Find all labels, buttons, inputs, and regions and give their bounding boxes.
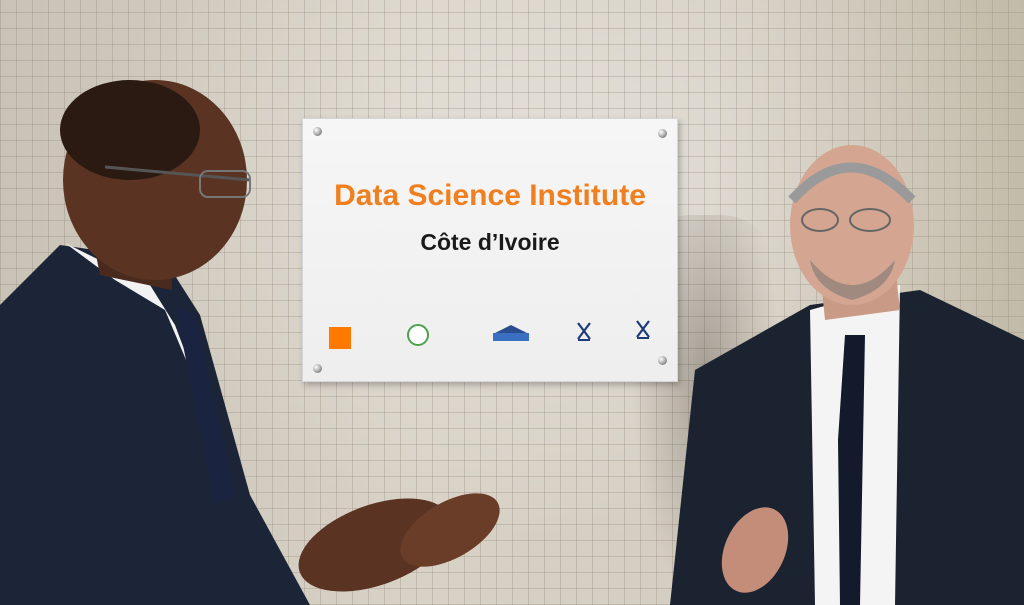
- x-logo: [577, 322, 591, 341]
- photo-scene: Data Science Institute Côte d’Ivoire: [0, 0, 1024, 605]
- plaque-bolt: [658, 129, 667, 138]
- x-logo: [636, 320, 650, 339]
- left-person: [0, 80, 500, 605]
- right-person: [670, 145, 1024, 605]
